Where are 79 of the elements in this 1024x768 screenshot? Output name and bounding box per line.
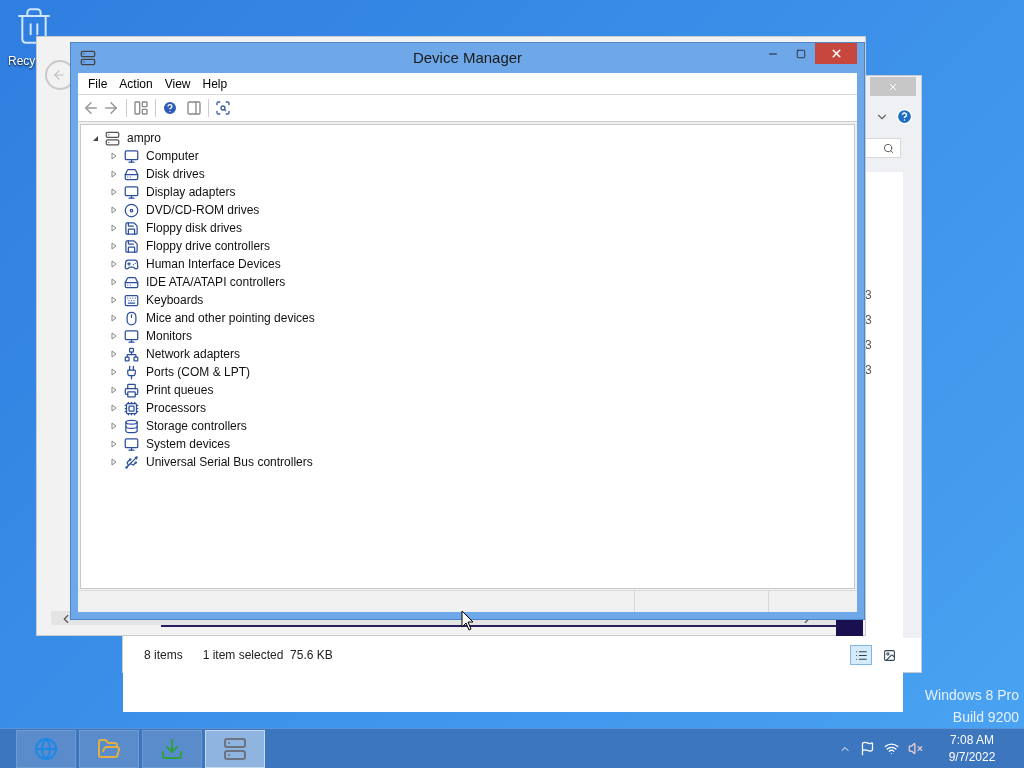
flag-icon[interactable] (860, 741, 875, 756)
printer-icon (124, 382, 139, 398)
help-icon[interactable] (896, 108, 913, 125)
keyboard-icon (124, 292, 139, 308)
maximize-icon (796, 49, 806, 59)
view-button[interactable] (850, 645, 872, 665)
taskbar-button[interactable] (205, 729, 265, 768)
monitor-icon (124, 148, 139, 164)
edition-text: Windows 8 Pro (924, 686, 1019, 705)
desktop-icon-label[interactable]: Recy (8, 52, 36, 70)
tree-item[interactable]: Mice and other pointing devices (146, 309, 315, 327)
tree-item[interactable]: Human Interface Devices (146, 255, 281, 273)
storage-icon (124, 418, 139, 434)
tree-item[interactable]: DVD/CD-ROM drives (146, 201, 260, 219)
chip-icon (124, 400, 139, 416)
tree-item[interactable]: ampro (127, 129, 161, 147)
menu-item[interactable]: Action (113, 74, 159, 93)
disc-icon (124, 202, 139, 218)
edition-text: Build 9200 (952, 708, 1019, 727)
clock[interactable]: 7:08 AM 9/7/2022 (942, 731, 1002, 766)
tree-item[interactable]: Network adapters (146, 345, 241, 363)
tree-item[interactable]: Print queues (146, 381, 214, 399)
network-icon (124, 346, 139, 362)
floppy-icon (124, 220, 139, 236)
image-icon (882, 648, 896, 662)
taskbar-button[interactable] (142, 729, 202, 768)
tree-item[interactable]: Processors (146, 399, 207, 417)
menu-item[interactable]: View (158, 74, 197, 93)
panel-icon[interactable] (133, 100, 149, 116)
gamepad-icon (124, 256, 139, 272)
details-view-icon (854, 648, 868, 662)
tree-item[interactable]: Display adapters (146, 183, 236, 201)
drive-icon (124, 166, 139, 182)
tree-item[interactable]: Floppy drive controllers (146, 237, 271, 255)
status-text: 1 item selected 75.6 KB (202, 647, 333, 664)
tree-item[interactable]: Keyboards (146, 291, 204, 309)
table-cell-text: 3 (865, 312, 872, 329)
help-icon[interactable] (162, 100, 178, 116)
floppy-icon (124, 238, 139, 254)
search-icon (883, 142, 894, 154)
menu-item[interactable]: Help (196, 74, 234, 93)
tree-item[interactable]: Universal Serial Bus controllers (146, 453, 313, 471)
computer-tower-icon (223, 736, 247, 761)
mouse-icon (124, 310, 139, 326)
taskbar-button[interactable] (79, 729, 139, 768)
back-icon[interactable] (82, 99, 100, 117)
mouse-cursor-icon (461, 610, 474, 631)
computer-tower-icon (80, 50, 96, 66)
tree-item[interactable]: Disk drives (146, 165, 205, 183)
close-icon (829, 47, 843, 60)
globe-icon (34, 736, 58, 761)
table-cell-text: 3 (865, 362, 872, 379)
tree-item[interactable]: Ports (COM & LPT) (146, 363, 250, 381)
taskbar-button[interactable] (16, 729, 76, 768)
drive-icon (124, 274, 139, 290)
table-cell-text: 3 (865, 337, 872, 354)
monitor-icon (124, 328, 139, 344)
folder-icon (97, 736, 121, 761)
muted-speaker-icon[interactable] (908, 741, 923, 756)
tree-item[interactable]: Monitors (146, 327, 192, 345)
status-text: 8 items (144, 647, 183, 664)
computer-tower-icon (105, 130, 120, 146)
menu-item[interactable]: File (82, 74, 114, 93)
tree-item[interactable]: Floppy disk drives (146, 219, 243, 237)
usb-icon (124, 454, 139, 470)
panel-icon[interactable] (186, 100, 202, 116)
tree-item[interactable]: Storage controllers (146, 417, 247, 435)
monitor-icon (124, 436, 139, 452)
monitor-icon (124, 184, 139, 200)
scan-icon[interactable] (215, 100, 231, 116)
tree-item[interactable]: IDE ATA/ATAPI controllers (146, 273, 286, 291)
close-button[interactable] (815, 43, 857, 64)
window-title: Device Manager (412, 47, 523, 68)
tree-item[interactable]: Computer (146, 147, 199, 165)
forward-icon[interactable] (102, 99, 120, 117)
download-arrow-icon (160, 736, 184, 761)
tree-item[interactable]: System devices (146, 435, 231, 453)
table-cell-text: 3 (865, 287, 872, 304)
plug-icon (124, 364, 139, 380)
